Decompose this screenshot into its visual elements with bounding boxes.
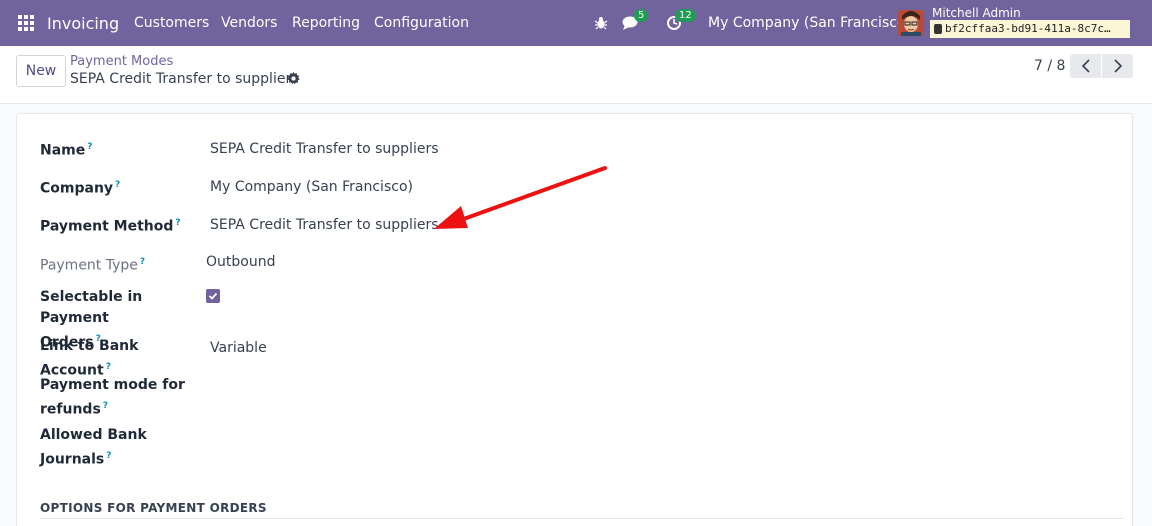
- name-field[interactable]: SEPA Credit Transfer to suppliers: [210, 141, 439, 157]
- refund-mode-label: Payment mode for refunds?: [40, 377, 185, 418]
- activities-badge: 12: [675, 9, 696, 22]
- top-navbar: Invoicing Customers Vendors Reporting Co…: [0, 0, 1152, 46]
- menu-vendors[interactable]: Vendors: [221, 0, 277, 46]
- clock-icon[interactable]: [663, 0, 685, 46]
- payment-method-field[interactable]: SEPA Credit Transfer to suppliers: [210, 217, 439, 233]
- menu-customers[interactable]: Customers: [134, 0, 209, 46]
- company-label: Company?: [40, 180, 121, 197]
- help-icon: ?: [87, 142, 93, 152]
- section-divider: [40, 518, 1124, 519]
- user-name[interactable]: Mitchell Admin: [932, 6, 1021, 20]
- help-icon: ?: [102, 401, 109, 411]
- company-switcher[interactable]: My Company (San Francisco): [708, 0, 911, 46]
- control-panel: New Payment Modes SEPA Credit Transfer t…: [0, 46, 1152, 104]
- pager-next-button[interactable]: [1102, 54, 1133, 78]
- pager-value[interactable]: 7 / 8: [1034, 58, 1065, 74]
- payment-type-label: Payment Type?: [40, 257, 146, 274]
- new-button[interactable]: New: [16, 55, 66, 87]
- gear-icon[interactable]: [287, 72, 300, 85]
- pager-previous-button[interactable]: [1070, 54, 1101, 78]
- apps-grid-icon[interactable]: [14, 0, 38, 46]
- payment-method-label: Payment Method?: [40, 218, 181, 235]
- chat-icon[interactable]: [620, 0, 642, 46]
- menu-reporting[interactable]: Reporting: [292, 0, 360, 46]
- help-icon: ?: [105, 362, 111, 372]
- database-name: bf2cffaa3-bd91-411a-8c7c…: [930, 20, 1130, 38]
- company-field[interactable]: My Company (San Francisco): [210, 179, 413, 195]
- selectable-checkbox[interactable]: [206, 289, 220, 303]
- help-icon: ?: [139, 257, 146, 267]
- link-bank-field[interactable]: Variable: [210, 340, 267, 356]
- section-title: OPTIONS FOR PAYMENT ORDERS: [40, 501, 267, 515]
- database-name-text: bf2cffaa3-bd91-411a-8c7c…: [945, 22, 1111, 35]
- help-icon: ?: [115, 180, 121, 190]
- help-icon: ?: [175, 218, 181, 228]
- allowed-journals-label: Allowed Bank Journals?: [40, 427, 147, 468]
- breadcrumb-current: SEPA Credit Transfer to suppliers: [70, 71, 299, 87]
- avatar[interactable]: [898, 10, 924, 36]
- database-icon: [934, 24, 942, 34]
- breadcrumb-parent[interactable]: Payment Modes: [70, 54, 173, 69]
- help-icon: ?: [106, 451, 112, 461]
- chevron-left-icon: [1081, 59, 1090, 73]
- payment-type-field: Outbound: [206, 254, 276, 270]
- chevron-right-icon: [1113, 59, 1122, 73]
- bug-icon[interactable]: [592, 0, 610, 46]
- menu-configuration[interactable]: Configuration: [374, 0, 469, 46]
- messages-badge: 5: [634, 9, 649, 22]
- name-label: Name?: [40, 142, 93, 159]
- app-name[interactable]: Invoicing: [47, 0, 119, 46]
